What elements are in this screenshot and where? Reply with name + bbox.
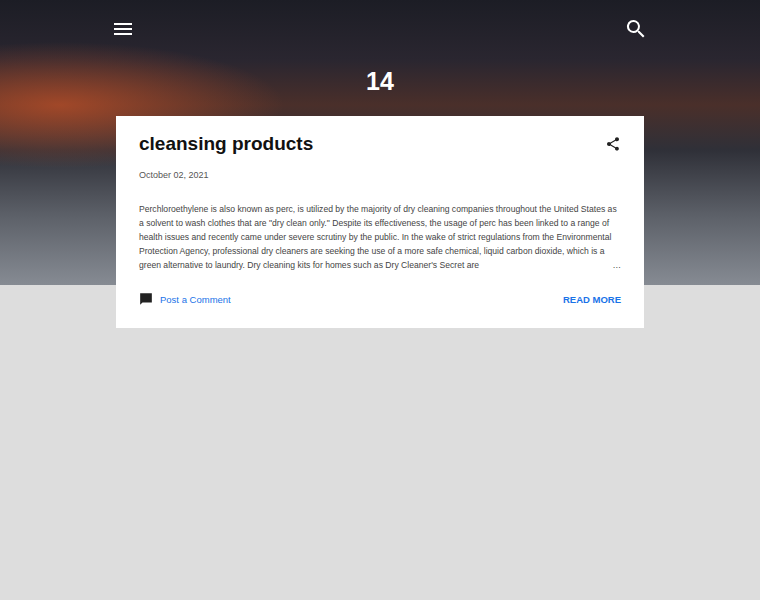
post-comment-link[interactable]: Post a Comment	[139, 292, 231, 306]
blog-page: 14 cleansing products October 02, 2021 Perc…	[0, 0, 760, 600]
post-date: October 02, 2021	[139, 170, 621, 180]
top-bar	[0, 16, 760, 42]
search-icon[interactable]	[624, 17, 648, 41]
post-snippet: Perchloroethylene is also known as perc,…	[139, 202, 621, 272]
comment-icon	[139, 292, 153, 306]
snippet-ellipsis: …	[612, 258, 621, 272]
post-title[interactable]: cleansing products	[139, 132, 313, 156]
share-icon[interactable]	[605, 136, 621, 152]
menu-icon[interactable]	[111, 17, 135, 41]
read-more-link[interactable]: READ MORE	[563, 294, 621, 305]
post-card: cleansing products October 02, 2021 Perchl…	[116, 116, 644, 328]
blog-title[interactable]: 14	[0, 68, 760, 94]
